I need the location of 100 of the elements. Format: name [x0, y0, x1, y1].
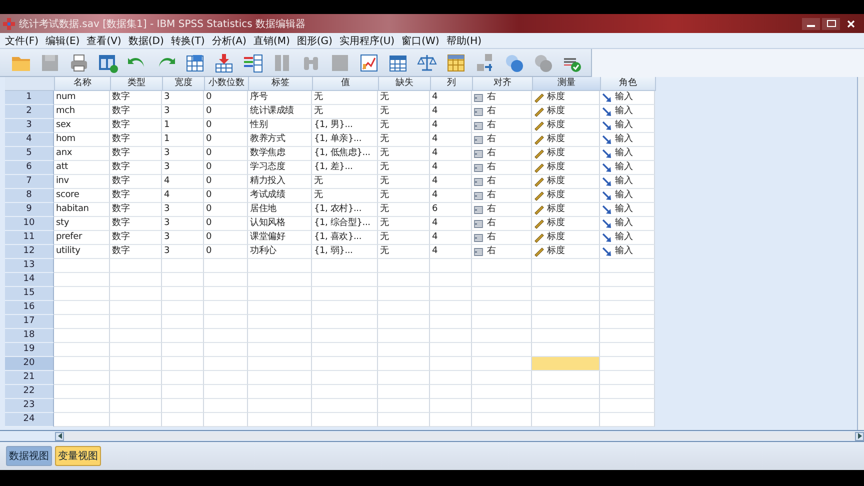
- table-cell[interactable]: [110, 315, 162, 329]
- table-cell[interactable]: 6: [430, 203, 472, 217]
- row-header[interactable]: 11: [5, 231, 54, 245]
- table-cell[interactable]: [472, 385, 532, 399]
- column-header[interactable]: 列: [431, 77, 473, 91]
- table-cell[interactable]: [162, 259, 204, 273]
- bars-icon[interactable]: [242, 52, 264, 74]
- table-cell[interactable]: 右: [472, 245, 532, 259]
- table-cell[interactable]: [600, 259, 655, 273]
- chart-icon[interactable]: [358, 52, 380, 74]
- table-cell[interactable]: 输入: [600, 105, 655, 119]
- table-cell[interactable]: 输入: [600, 231, 655, 245]
- table-cell[interactable]: [378, 273, 430, 287]
- row-header[interactable]: 7: [5, 175, 54, 189]
- horizontal-scrollbar[interactable]: [0, 430, 864, 442]
- table-cell[interactable]: 数字: [110, 217, 162, 231]
- table-cell[interactable]: [248, 287, 312, 301]
- row-header[interactable]: 21: [5, 371, 54, 385]
- table-cell[interactable]: [312, 385, 378, 399]
- column-header[interactable]: 标签: [249, 77, 313, 91]
- table-cell[interactable]: 无: [378, 245, 430, 259]
- table-cell[interactable]: [248, 259, 312, 273]
- table-cell[interactable]: [312, 343, 378, 357]
- table-cell[interactable]: [600, 301, 655, 315]
- table-cell[interactable]: [472, 371, 532, 385]
- table-cell[interactable]: [110, 371, 162, 385]
- table-cell[interactable]: 序号: [248, 91, 312, 105]
- table-cell[interactable]: [248, 315, 312, 329]
- table-cell[interactable]: inv: [54, 175, 110, 189]
- table-cell[interactable]: 输入: [600, 217, 655, 231]
- table-cell[interactable]: [110, 329, 162, 343]
- table-cell[interactable]: 右: [472, 119, 532, 133]
- table-cell[interactable]: [204, 315, 248, 329]
- table-cell[interactable]: [472, 343, 532, 357]
- table-cell[interactable]: [600, 329, 655, 343]
- table-cell[interactable]: [378, 259, 430, 273]
- table-cell[interactable]: [54, 315, 110, 329]
- table-cell[interactable]: 输入: [600, 245, 655, 259]
- table-cell[interactable]: habitan: [54, 203, 110, 217]
- table-cell[interactable]: 输入: [600, 203, 655, 217]
- table-cell[interactable]: {1, 低焦虑}...: [312, 147, 378, 161]
- table-cell[interactable]: 4: [430, 119, 472, 133]
- table-cell[interactable]: 输入: [600, 175, 655, 189]
- column-header[interactable]: 缺失: [379, 77, 431, 91]
- table-cell[interactable]: 右: [472, 147, 532, 161]
- table-cell[interactable]: 4: [430, 217, 472, 231]
- menu-item[interactable]: 帮助(H): [446, 34, 482, 48]
- table-cell[interactable]: 1: [162, 119, 204, 133]
- table-cell[interactable]: 4: [430, 231, 472, 245]
- table-cell[interactable]: [378, 371, 430, 385]
- row-header[interactable]: 5: [5, 147, 54, 161]
- table-cell[interactable]: 0: [204, 245, 248, 259]
- table-cell[interactable]: [54, 287, 110, 301]
- table-cell[interactable]: [312, 315, 378, 329]
- scroll-right-button[interactable]: [855, 432, 864, 440]
- table-cell[interactable]: [430, 273, 472, 287]
- row-header[interactable]: 9: [5, 203, 54, 217]
- row-header[interactable]: 18: [5, 329, 54, 343]
- table-cell[interactable]: 右: [472, 203, 532, 217]
- table-cell[interactable]: 统计课成绩: [248, 105, 312, 119]
- table-cell[interactable]: 标度: [532, 147, 600, 161]
- table-cell[interactable]: 功利心: [248, 245, 312, 259]
- table-icon[interactable]: [445, 52, 467, 74]
- table-cell[interactable]: 输入: [600, 133, 655, 147]
- table-cell[interactable]: 无: [378, 203, 430, 217]
- table-cell[interactable]: 数学焦虑: [248, 147, 312, 161]
- table-cell[interactable]: [162, 273, 204, 287]
- table-cell[interactable]: [312, 357, 378, 371]
- row-header[interactable]: 23: [5, 399, 54, 413]
- table-cell[interactable]: 数字: [110, 175, 162, 189]
- table-cell[interactable]: [248, 357, 312, 371]
- table-cell[interactable]: [110, 399, 162, 413]
- table-cell[interactable]: [430, 287, 472, 301]
- table-cell[interactable]: 标度: [532, 91, 600, 105]
- table-cell[interactable]: [110, 301, 162, 315]
- table-cell[interactable]: 无: [378, 231, 430, 245]
- table-cell[interactable]: [532, 385, 600, 399]
- table-cell[interactable]: [110, 287, 162, 301]
- table-cell[interactable]: [472, 259, 532, 273]
- menu-item[interactable]: 实用程序(U): [339, 34, 395, 48]
- table-cell[interactable]: [162, 399, 204, 413]
- table-cell[interactable]: [204, 329, 248, 343]
- table-cell[interactable]: [378, 315, 430, 329]
- menu-item[interactable]: 窗口(W): [402, 34, 440, 48]
- maximize-button[interactable]: [822, 18, 840, 30]
- table-cell[interactable]: 数字: [110, 231, 162, 245]
- table-cell[interactable]: [204, 259, 248, 273]
- table-cell[interactable]: 标度: [532, 161, 600, 175]
- column-header[interactable]: 宽度: [163, 77, 205, 91]
- table-cell[interactable]: [312, 273, 378, 287]
- table-cell[interactable]: [600, 315, 655, 329]
- table-cell[interactable]: [532, 315, 600, 329]
- table-cell[interactable]: 无: [378, 147, 430, 161]
- table-cell[interactable]: [472, 357, 532, 371]
- table-cell[interactable]: [54, 259, 110, 273]
- table-cell[interactable]: [378, 413, 430, 427]
- row-header[interactable]: 13: [5, 259, 54, 273]
- table-cell[interactable]: 标度: [532, 175, 600, 189]
- table-cell[interactable]: 右: [472, 231, 532, 245]
- table-cell[interactable]: [248, 385, 312, 399]
